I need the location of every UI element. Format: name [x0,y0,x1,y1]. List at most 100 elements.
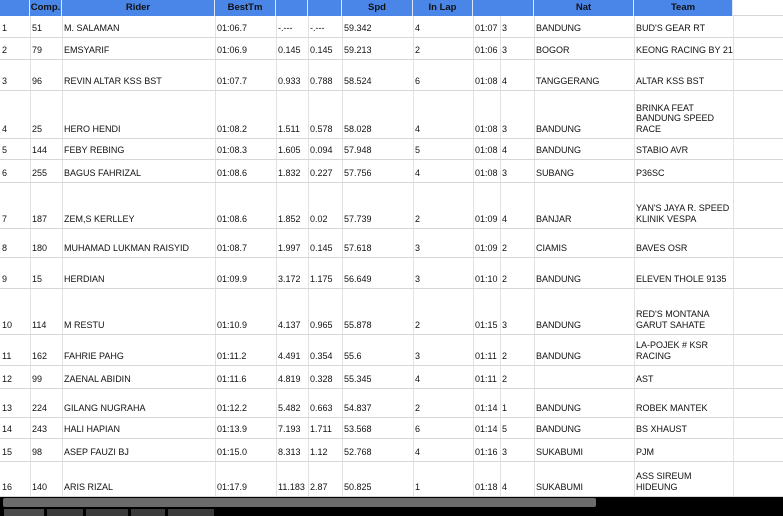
cell-time[interactable]: 01:15 [473,320,500,331]
sheet-tab[interactable] [86,509,128,516]
cell-spd[interactable]: 54.837 [342,403,413,414]
cell-lap[interactable]: 2 [500,243,534,254]
column-header[interactable] [473,0,534,16]
cell-time[interactable]: 01:18 [473,482,500,493]
cell-lap[interactable]: 3 [500,447,534,458]
cell-gap[interactable]: 0.145 [276,45,308,56]
column-header[interactable]: Spd [342,0,413,16]
cell-gap[interactable]: 4.491 [276,351,308,362]
cell-best[interactable]: 01:12.2 [215,403,276,414]
cell-lap[interactable]: 4 [500,145,534,156]
cell-rider[interactable]: HERDIAN [62,274,215,285]
cell-diff[interactable]: 0.578 [308,124,342,135]
column-header[interactable]: Team [634,0,733,16]
cell-comp[interactable]: 79 [30,45,62,56]
cell-lap[interactable]: 3 [500,320,534,331]
cell-comp[interactable]: 224 [30,403,62,414]
cell-rider[interactable]: HERO HENDI [62,124,215,135]
cell-inlap[interactable]: 2 [413,320,473,331]
column-header[interactable]: Comp. [30,0,62,16]
cell-nat[interactable]: BANDUNG [534,23,634,34]
cell-spd[interactable]: 55.6 [342,351,413,362]
cell-nat[interactable]: CIAMIS [534,243,634,254]
cell-time[interactable]: 01:10 [473,274,500,285]
cell-comp[interactable]: 98 [30,447,62,458]
cell-diff[interactable]: -.--- [308,23,342,34]
table-row[interactable]: 2 79 EMSYARIF 01:06.9 0.145 0.145 59.213 2 01:06… [0,38,783,60]
cell-comp[interactable]: 243 [30,424,62,435]
table-row[interactable]: 8 180 MUHAMAD LUKMAN RAISYID 01:08.7 1.997 0.… [0,229,783,258]
cell-spd[interactable]: 56.649 [342,274,413,285]
cell-spd[interactable]: 58.524 [342,76,413,87]
cell-diff[interactable]: 1.711 [308,424,342,435]
cell-best[interactable]: 01:11.2 [215,351,276,362]
table-row[interactable]: 15 98 ASEP FAUZI BJ 01:15.0 8.313 1.12 52.768 4… [0,439,783,462]
cell-comp[interactable]: 144 [30,145,62,156]
cell-time[interactable]: 01:09 [473,243,500,254]
cell-team[interactable]: STABIO AVR [634,145,733,156]
cell-gap[interactable]: 1.852 [276,214,308,225]
table-row[interactable]: 14 243 HALI HAPIAN 01:13.9 7.193 1.711 53.568 6… [0,418,783,439]
column-header[interactable]: Nat [534,0,634,16]
table-row[interactable]: 16 140 ARIS RIZAL 01:17.9 11.183 2.87 50.825 1 0… [0,462,783,497]
cell-lap[interactable]: 3 [500,168,534,179]
cell-rider[interactable]: REVIN ALTAR KSS BST [62,76,215,87]
sheet-tab[interactable] [131,509,165,516]
cell-time[interactable]: 01:07 [473,23,500,34]
cell-team[interactable]: BS XHAUST [634,424,733,435]
cell-diff[interactable]: 0.145 [308,45,342,56]
cell-diff[interactable]: 0.354 [308,351,342,362]
cell-time[interactable]: 01:11 [473,351,500,362]
cell-best[interactable]: 01:06.9 [215,45,276,56]
cell-diff[interactable]: 2.87 [308,482,342,493]
cell-pos[interactable]: 13 [0,403,30,414]
cell-nat[interactable]: TANGGERANG [534,76,634,87]
cell-rider[interactable]: M RESTU [62,320,215,331]
cell-pos[interactable]: 1 [0,23,30,34]
cell-nat[interactable]: SUBANG [534,168,634,179]
cell-best[interactable]: 01:08.2 [215,124,276,135]
cell-team[interactable]: ALTAR KSS BST [634,76,733,87]
cell-spd[interactable]: 57.756 [342,168,413,179]
cell-pos[interactable]: 15 [0,447,30,458]
cell-nat[interactable]: BANDUNG [534,274,634,285]
cell-inlap[interactable]: 4 [413,447,473,458]
cell-lap[interactable]: 2 [500,351,534,362]
cell-team[interactable]: BUD'S GEAR RT [634,23,733,34]
cell-rider[interactable]: M. SALAMAN [62,23,215,34]
cell-inlap[interactable]: 4 [413,124,473,135]
cell-comp[interactable]: 15 [30,274,62,285]
cell-inlap[interactable]: 2 [413,45,473,56]
cell-lap[interactable]: 5 [500,424,534,435]
cell-comp[interactable]: 255 [30,168,62,179]
cell-rider[interactable]: ZAENAL ABIDIN [62,374,215,385]
cell-pos[interactable]: 8 [0,243,30,254]
cell-lap[interactable]: 3 [500,124,534,135]
cell-inlap[interactable]: 6 [413,76,473,87]
cell-rider[interactable]: HALI HAPIAN [62,424,215,435]
cell-team[interactable]: PJM [634,447,733,458]
cell-team[interactable]: AST [634,374,733,385]
cell-spd[interactable]: 59.213 [342,45,413,56]
cell-spd[interactable]: 58.028 [342,124,413,135]
cell-inlap[interactable]: 4 [413,168,473,179]
cell-gap[interactable]: 4.137 [276,320,308,331]
cell-lap[interactable]: 3 [500,45,534,56]
cell-diff[interactable]: 0.663 [308,403,342,414]
cell-pos[interactable]: 9 [0,274,30,285]
cell-inlap[interactable]: 3 [413,274,473,285]
cell-team[interactable]: LA-POJEK # KSR RACING [634,340,733,361]
table-row[interactable]: 7 187 ZEM,S KERLLEY 01:08.6 1.852 0.02 57.739 2… [0,183,783,229]
column-header[interactable]: In Lap [413,0,473,16]
cell-team[interactable]: P36SC [634,168,733,179]
cell-spd[interactable]: 50.825 [342,482,413,493]
cell-comp[interactable]: 162 [30,351,62,362]
cell-pos[interactable]: 2 [0,45,30,56]
cell-time[interactable]: 01:14 [473,403,500,414]
cell-time[interactable]: 01:06 [473,45,500,56]
cell-gap[interactable]: 4.819 [276,374,308,385]
sheet-tab[interactable] [4,509,44,516]
cell-diff[interactable]: 0.02 [308,214,342,225]
cell-nat[interactable]: BANDUNG [534,351,634,362]
cell-inlap[interactable]: 2 [413,403,473,414]
